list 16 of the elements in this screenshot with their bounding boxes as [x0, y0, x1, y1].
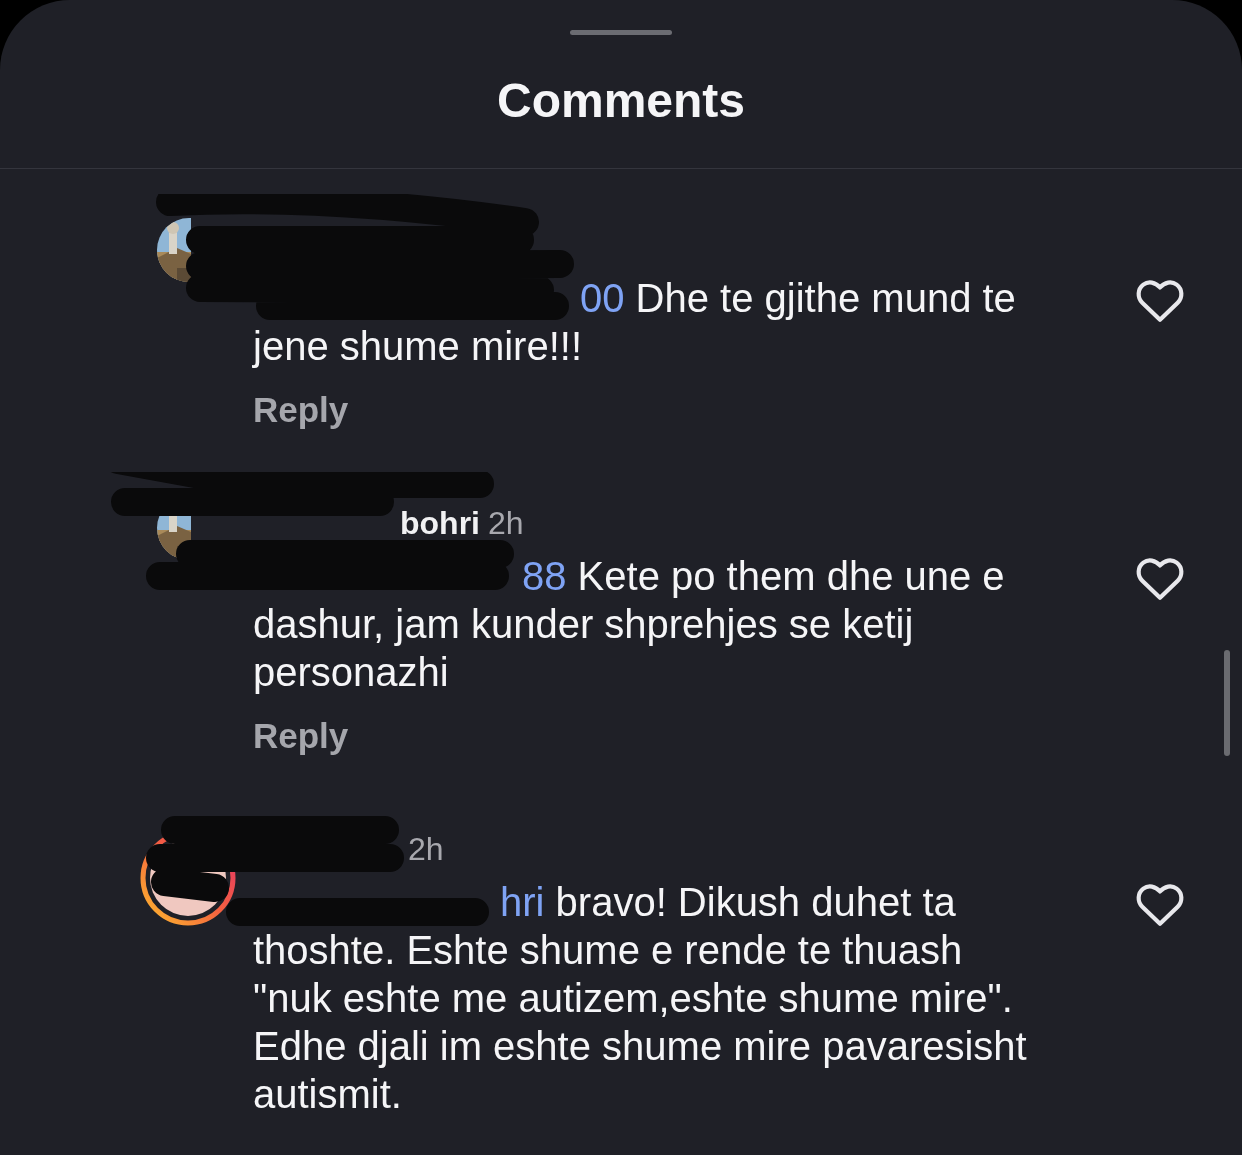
heart-icon[interactable] [1135, 277, 1185, 323]
mention-link[interactable]: hri [500, 880, 545, 924]
heart-icon[interactable] [1135, 555, 1185, 601]
comment-time: 2h [408, 831, 444, 868]
comment-time: 2h [488, 505, 524, 542]
mention-link[interactable]: 88 [522, 554, 567, 598]
comment-text: 88 Kete po them dhe une e dashur, jam kunder shprehjes se ketij personazhi [253, 553, 1006, 696]
drag-handle[interactable] [570, 30, 672, 35]
reply-button[interactable]: Reply [253, 716, 349, 756]
comment-text: 00 Dhe te gjithe mund te jene shume mire!!! [253, 275, 1017, 370]
sheet-title: Comments [496, 73, 745, 129]
heart-icon[interactable] [1135, 881, 1185, 927]
comment-text: hri bravo! Dikush duhet ta thoshte. Eshte shume e rende te thuash "nuk eshte me autizem,eshte shume mire". Edhe djali im eshte shume mire pavaresisht autismit. [253, 879, 1028, 1118]
username[interactable]: bohri [400, 505, 480, 542]
mention-link[interactable]: 00 [580, 276, 625, 320]
reply-button[interactable]: Reply [253, 390, 349, 430]
